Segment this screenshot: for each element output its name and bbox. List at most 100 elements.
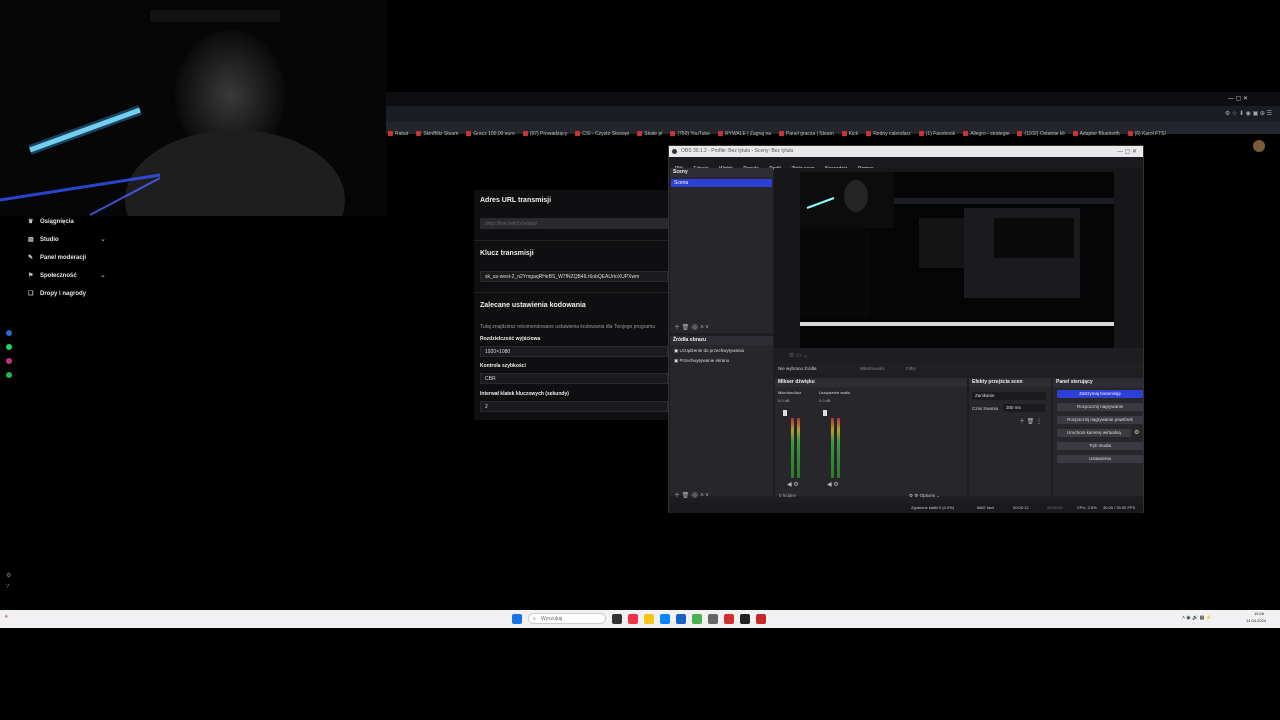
avatar[interactable] [1253,140,1265,152]
rate-control-field[interactable]: CBR [480,373,668,384]
whatsapp-icon[interactable] [6,344,12,350]
sidebar-item-dropy[interactable]: ❏ Dropy i nagrody [28,290,86,297]
mute-icon[interactable]: ◀ ⚙ [827,481,839,488]
preview-toolbar[interactable]: ⊙ ▭ ⌄ [789,352,808,359]
transition-toolbar[interactable]: ＋ 🗑 ⋮ [1019,416,1042,425]
bookmark-item[interactable]: (6) Karol FTS! [1128,128,1166,140]
volume-slider[interactable] [823,410,827,416]
stream-url-field[interactable]: rtmp://live.twitch.tv/app/ [480,218,668,229]
checkbox-icon[interactable]: ▣ [674,348,678,353]
bookmark-item[interactable]: Skate pl [637,128,662,140]
clock-time[interactable]: 19:26 [1254,611,1264,616]
start-recording-button[interactable]: Rozpocznij nagrywanie [1057,403,1143,411]
bookmark-item[interactable]: Rabat [388,128,408,140]
gear-icon[interactable]: ⚙ [1134,429,1139,436]
settings-icon[interactable]: ⚙ [6,572,11,579]
bookmark-item[interactable]: (750) YouTube [670,128,710,140]
bookmark-item[interactable]: SkinBlitz Steam [416,128,458,140]
opera-icon[interactable] [724,614,734,624]
obs-title-bar: OBS 30.1.2 - Profile: Bez tytułu - Sceny… [669,146,1143,157]
obs-icon[interactable] [740,614,750,624]
settings-icon[interactable] [708,614,718,624]
weather-widget[interactable]: ☀ [4,614,8,620]
store-icon[interactable] [676,614,686,624]
app-icon[interactable] [756,614,766,624]
spotify-icon[interactable] [6,372,12,378]
window-controls[interactable]: — ▢ ✕ [1228,95,1248,102]
settings-button[interactable]: Ustawienia [1057,455,1143,463]
instagram-icon[interactable] [6,358,12,364]
bookmark-item[interactable]: Gracz 100,00 euro [466,128,514,140]
bookmark-item[interactable]: Adapter Bluetooth [1073,128,1120,140]
chevron-down-icon[interactable]: ⌄ [100,271,106,279]
stop-streaming-button[interactable]: Zatrzymaj transmisję [1057,390,1143,398]
extension-icons[interactable]: ⚙ ☆ ⬇ ◉ ▣ ⊕ ☰ [1225,110,1272,117]
obs-menu-bar: Plik Edycja Widok Panele Profil Zbiór sc… [669,157,1143,172]
source-item[interactable]: ▣ Urządzenie do przechwytywania [674,348,770,354]
preview-canvas[interactable] [774,168,1143,348]
sources-title: Źródła obrazu [670,336,773,345]
sidebar-item-osiagniecia[interactable]: ♛ Osiągnięcia [28,218,74,225]
scene-item[interactable]: Scena [671,179,772,187]
clock-date[interactable]: 14.04.2024 [1246,618,1266,623]
task-view-icon[interactable] [612,614,622,624]
preview-area [774,168,1143,348]
volume-meter [791,418,794,478]
filters-button[interactable]: Filtry [906,366,916,371]
chevron-down-icon[interactable]: ⌄ [100,235,106,243]
chrome-icon[interactable] [692,614,702,624]
scene-toolbar[interactable]: ＋ 🗑 ⚙ ˄ ˅ [674,322,709,331]
sidebar: ♛ Osiągnięcia ▤ Studio ⌄ ✎ Panel moderacji … [0,216,120,610]
app-icon[interactable] [6,330,12,336]
community-icon: ⚑ [28,273,34,279]
stream-settings-panel: Adres URL transmisji rtmp://live.twitch.… [474,190,668,420]
tray-icons[interactable]: ˄ ◉ 🔊 ▦ ⚡ [1182,615,1212,621]
mixer-db: 0.0 dB [819,398,831,403]
no-source-label: Nie wybrano źródła [778,366,817,371]
keyframe-field[interactable]: 2 [480,401,668,412]
duration-field[interactable]: 300 ms [1003,404,1045,412]
divider [474,292,668,293]
options-button[interactable]: ⚙ ⚙ Options ⌄ [909,493,940,499]
volume-meter [797,418,800,478]
rate-control-label: Kontrola szybkości [480,363,526,369]
sidebar-item-panel-moderacji[interactable]: ✎ Panel moderacji [28,254,86,261]
properties-button[interactable]: Właściwości [860,366,885,371]
edge-icon[interactable] [660,614,670,624]
webcam-feed [0,0,386,216]
studio-mode-button[interactable]: Tryb studia [1057,442,1143,450]
folder-icon[interactable] [644,614,654,624]
bookmark-item[interactable]: (1102) Ostatnie kli [1017,128,1064,140]
mixer-track-label: Mikrofon/Aux [778,390,802,395]
bookmark-item[interactable]: CSI - Czysto Stosowi [575,128,629,140]
start-icon[interactable] [512,614,522,624]
sidebar-item-spolecznosc[interactable]: ⚑ Społeczność [28,272,77,279]
obs-window-controls[interactable]: — ▢ ✕ [1117,148,1137,155]
encoding-title: Zalecane ustawienia kodowania [480,302,586,309]
bookmark-item[interactable]: (1) Facebook [919,128,955,140]
mute-icon[interactable]: ◀ ⚙ [787,481,799,488]
sidebar-item-studio[interactable]: ▤ Studio [28,236,59,243]
bookmark-item[interactable]: Rodny calendarz [866,128,911,140]
volume-slider[interactable] [783,410,787,416]
bookmark-item[interactable]: Allegro - strategie [963,128,1009,140]
help-icon[interactable]: ? [6,584,9,590]
resolution-field[interactable]: 1920×1080 [480,346,668,357]
obs-window: OBS 30.1.2 - Profile: Bez tytułu - Sceny… [668,145,1144,513]
bookmark-item[interactable]: (97) Prowadzący [523,128,568,140]
hidden-count[interactable]: 0 hidden [779,493,796,498]
source-toolbar[interactable]: ＋ 🗑 ⚙ ˄ ˅ [674,490,709,499]
app-icon[interactable] [628,614,638,624]
source-item[interactable]: ▣ Przechwytywanie ekranu [674,358,770,364]
transition-select[interactable]: Zanikanie [972,392,1046,400]
studio-icon: ▤ [28,237,34,243]
stream-key-field[interactable]: sk_us-west-2_n2YmgaqRHeBS_W7fNZQB4ILr6ob… [480,271,668,282]
start-replay-button[interactable]: Rozpocznij nagrywanie powtórek [1057,416,1143,424]
browser-toolbar: ⚙ ☆ ⬇ ◉ ▣ ⊕ ☰ [386,106,1280,122]
bookmark-item[interactable]: RYWALE | Zagraj na [718,128,771,140]
bookmark-item[interactable]: Kick [842,128,858,140]
virtual-camera-button[interactable]: Uruchom kamerę wirtualną [1057,429,1131,437]
bookmark-item[interactable]: Panel gracza | Steam [779,128,834,140]
taskbar-search[interactable]: ⌕ Wyszukaj [528,613,606,624]
checkbox-icon[interactable]: ▣ [674,358,678,363]
